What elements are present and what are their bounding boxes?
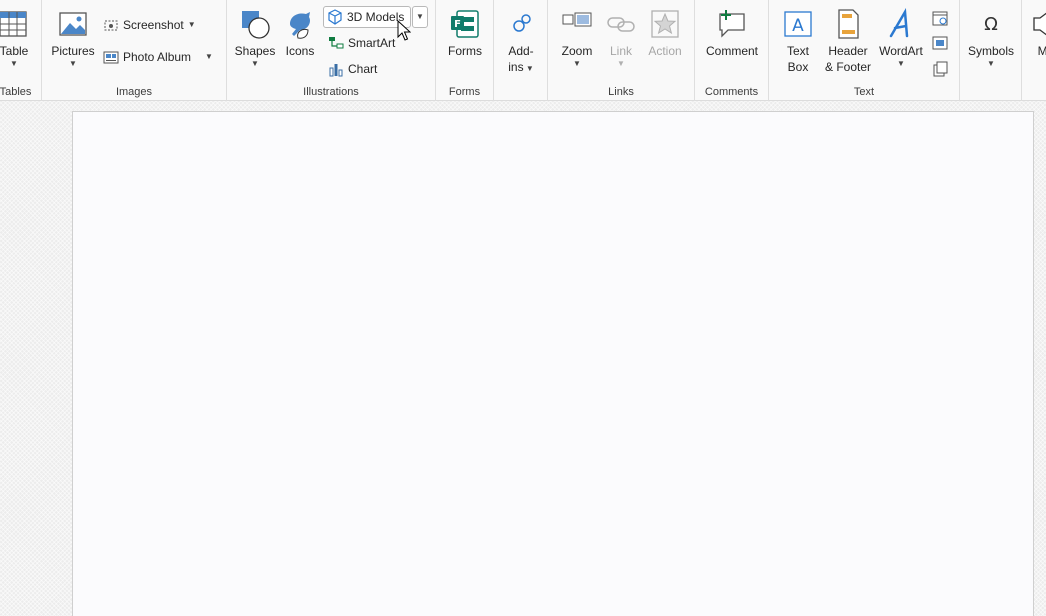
chevron-down-icon: ▼	[573, 59, 581, 68]
omega-icon: Ω	[984, 14, 998, 35]
illustrations-group-label: Illustrations	[303, 86, 359, 98]
table-label: Table	[0, 44, 29, 58]
header-footer-button[interactable]: Header & Footer	[823, 8, 873, 75]
date-time-icon[interactable]	[931, 9, 949, 27]
images-group: Pictures ▼ Screenshot ▼ Photo Album ▼ Im…	[42, 0, 227, 101]
text-group-label: Text	[853, 86, 875, 98]
addins-button[interactable]: Add- ins ▼	[502, 8, 540, 75]
chevron-down-icon: ▼	[69, 59, 77, 68]
symbols-label: Symbols	[967, 44, 1014, 58]
textbox-icon: A	[784, 11, 812, 37]
tables-group: Table ▼ Tables	[0, 0, 42, 101]
media-button[interactable]: Me	[1026, 8, 1046, 59]
mouse-cursor-icon	[397, 20, 411, 41]
svg-text:F: F	[454, 19, 461, 30]
icons-icon	[290, 12, 310, 39]
zoom-label: Zoom	[561, 44, 593, 58]
addins-group: Add- ins ▼	[494, 0, 548, 101]
action-label: Action	[648, 44, 682, 58]
shapes-label: Shapes	[234, 44, 276, 58]
3d-models-dropdown[interactable]: ▼	[412, 6, 428, 28]
comments-group-label: Comments	[704, 86, 759, 98]
comment-label: Comment	[705, 44, 758, 58]
symbols-button[interactable]: Ω Symbols ▼	[965, 8, 1017, 69]
symbols-group: Ω Symbols ▼	[960, 0, 1022, 101]
link-label: Link	[609, 44, 632, 58]
tables-group-label: Tables	[0, 86, 32, 98]
table-icon	[0, 11, 27, 37]
forms-label: Forms	[448, 44, 482, 58]
links-group-label: Links	[608, 86, 634, 98]
photo-album-label: Photo Album	[123, 50, 192, 64]
wordart-button[interactable]: WordArt ▼	[877, 8, 925, 69]
header-footer-label-line2: & Footer	[824, 60, 872, 74]
chevron-down-icon: ▼	[187, 20, 196, 29]
photo-album-icon	[103, 51, 119, 64]
screenshot-button[interactable]: Screenshot ▼	[100, 14, 199, 36]
pictures-icon	[59, 12, 87, 36]
shapes-button[interactable]: Shapes ▼	[235, 8, 275, 69]
chevron-down-icon: ▼	[523, 64, 534, 73]
insert-ribbon: Table ▼ Tables Pictures ▼ Screenshot ▼ P…	[0, 0, 1046, 101]
forms-button[interactable]: F Forms	[446, 8, 484, 59]
wordart-label: WordArt	[879, 44, 923, 58]
chevron-down-icon: ▼	[987, 59, 995, 68]
link-icon	[607, 17, 635, 32]
images-group-label: Images	[115, 86, 153, 98]
comments-group: Comment Comments	[695, 0, 769, 101]
chevron-down-icon: ▼	[10, 59, 18, 68]
zoom-button[interactable]: Zoom ▼	[558, 8, 596, 69]
forms-group: F Forms Forms	[436, 0, 494, 101]
links-group: Zoom ▼ Link ▼ Action Links	[548, 0, 695, 101]
svg-text:Ω: Ω	[984, 14, 998, 35]
screenshot-icon	[104, 20, 118, 31]
header-footer-icon	[838, 9, 859, 39]
3d-models-icon	[328, 9, 342, 25]
icons-button[interactable]: Icons	[282, 8, 318, 59]
slide-canvas[interactable]	[72, 111, 1034, 616]
comment-button[interactable]: Comment	[701, 8, 763, 59]
photo-album-button[interactable]: Photo Album ▼	[100, 46, 216, 68]
smartart-label: SmartArt	[348, 36, 396, 50]
chevron-down-icon: ▼	[205, 52, 213, 61]
addins-icon	[513, 14, 531, 32]
wordart-icon	[889, 8, 909, 38]
object-icon[interactable]	[931, 60, 949, 78]
smartart-button[interactable]: SmartArt	[325, 32, 398, 54]
textbox-button[interactable]: A Text Box	[779, 8, 817, 75]
chevron-down-icon: ▼	[416, 12, 424, 21]
textbox-label-line2: Box	[787, 60, 809, 74]
chevron-down-icon: ▼	[251, 59, 259, 68]
comment-icon	[719, 10, 745, 38]
forms-group-label: Forms	[448, 86, 481, 98]
illustrations-group: Shapes ▼ Icons 3D Models ▼ SmartArt Char…	[227, 0, 436, 101]
screenshot-label: Screenshot	[123, 18, 184, 32]
zoom-icon	[562, 12, 592, 27]
header-footer-label-line1: Header	[828, 44, 868, 58]
textbox-label-line1: Text	[786, 44, 809, 58]
forms-icon: F	[451, 10, 479, 38]
pictures-label: Pictures	[51, 44, 95, 58]
addins-label-line1: Add-	[508, 44, 534, 58]
3d-models-label: 3D Models	[347, 10, 405, 24]
chevron-down-icon: ▼	[897, 59, 905, 68]
pictures-button[interactable]: Pictures ▼	[50, 8, 96, 69]
chart-button[interactable]: Chart	[325, 58, 380, 80]
text-group: A Text Box Header & Footer WordArt ▼ Tex…	[769, 0, 960, 101]
shapes-icon	[242, 11, 270, 39]
action-button[interactable]: Action	[645, 8, 685, 59]
smartart-icon	[329, 37, 344, 49]
link-button[interactable]: Link ▼	[603, 8, 639, 69]
table-button[interactable]: Table ▼	[0, 8, 36, 69]
action-icon	[651, 10, 679, 38]
icons-label: Icons	[285, 44, 315, 58]
chevron-down-icon: ▼	[617, 59, 625, 68]
addins-label-line2: ins	[508, 60, 524, 74]
slide-number-icon[interactable]	[931, 34, 949, 52]
chart-label: Chart	[348, 62, 378, 76]
svg-text:A: A	[792, 16, 804, 36]
media-icon	[1033, 12, 1046, 36]
media-label: Me	[1037, 44, 1046, 58]
chart-icon	[329, 64, 343, 77]
